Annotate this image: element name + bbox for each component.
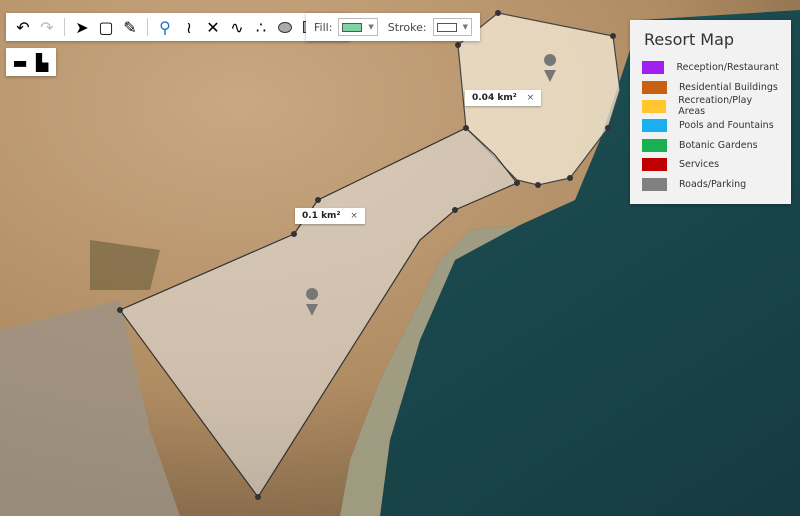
legend-label: Recreation/Play Areas bbox=[678, 95, 753, 118]
legend-item: Services bbox=[642, 155, 779, 174]
area-ruler-icon[interactable]: ▙ bbox=[32, 53, 52, 72]
fill-color-select[interactable]: ▼ bbox=[338, 18, 378, 36]
style-toolbar: Fill: ▼ Stroke: ▼ bbox=[306, 13, 480, 41]
transform-icon[interactable]: ▢ bbox=[95, 16, 117, 38]
area-value: 0.04 km² bbox=[472, 93, 517, 103]
stroke-label: Stroke: bbox=[387, 20, 427, 34]
legend-item: Roads/Parking bbox=[642, 174, 779, 193]
legend-swatch bbox=[642, 99, 667, 113]
legend-label: Botanic Gardens bbox=[679, 139, 758, 151]
pencil-icon[interactable]: ✎ bbox=[119, 16, 141, 38]
ellipse-icon[interactable] bbox=[274, 16, 296, 38]
select-arrow-icon[interactable]: ➤ bbox=[71, 16, 93, 38]
undo-icon[interactable]: ↶ bbox=[12, 16, 34, 38]
legend-swatch bbox=[642, 119, 667, 133]
marker-icon[interactable]: ⚲ bbox=[154, 16, 176, 38]
chevron-down-icon: ▼ bbox=[462, 23, 468, 31]
fill-label: Fill: bbox=[314, 20, 333, 34]
legend-label: Services bbox=[679, 159, 720, 171]
legend-title: Resort Map bbox=[644, 30, 735, 49]
measure-toolbar: ▬ ▙ bbox=[6, 48, 56, 76]
area-label: 0.1 km² × bbox=[295, 208, 365, 224]
stroke-color-select[interactable]: ▼ bbox=[432, 18, 472, 36]
freehand-icon[interactable]: ≀ bbox=[178, 16, 200, 38]
drawing-toolbar: ↶ ↷ ➤ ▢ ✎ ⚲ ≀ ✕ ∿ ∴ ⟍ bbox=[6, 13, 350, 41]
legend-item: Residential Buildings bbox=[642, 77, 779, 96]
cross-icon[interactable]: ✕ bbox=[202, 16, 224, 38]
close-icon[interactable]: × bbox=[527, 93, 535, 103]
chevron-down-icon: ▼ bbox=[368, 23, 374, 31]
legend-item: Recreation/Play Areas bbox=[642, 95, 779, 118]
area-value: 0.1 km² bbox=[302, 211, 341, 221]
legend-swatch bbox=[642, 138, 667, 152]
legend-swatch bbox=[642, 177, 667, 191]
legend-label: Roads/Parking bbox=[679, 178, 747, 190]
map-legend: Resort Map Reception/Restaurant Residenti… bbox=[630, 20, 791, 204]
legend-label: Pools and Fountains bbox=[679, 120, 774, 132]
legend-swatch bbox=[642, 80, 667, 94]
divider bbox=[64, 18, 65, 36]
legend-label: Reception/Restaurant bbox=[676, 62, 779, 74]
legend-swatch bbox=[642, 61, 665, 75]
path-icon[interactable]: ∿ bbox=[226, 16, 248, 38]
legend-label: Residential Buildings bbox=[679, 81, 778, 93]
legend-swatch bbox=[642, 158, 667, 172]
redo-icon[interactable]: ↷ bbox=[36, 16, 58, 38]
close-icon[interactable]: × bbox=[350, 211, 358, 221]
legend-item: Reception/Restaurant bbox=[642, 58, 779, 77]
divider bbox=[147, 18, 148, 36]
legend-item: Pools and Fountains bbox=[642, 116, 779, 135]
points-icon[interactable]: ∴ bbox=[250, 16, 272, 38]
area-label: 0.04 km² × bbox=[465, 90, 542, 106]
legend-item: Botanic Gardens bbox=[642, 136, 779, 155]
ruler-icon[interactable]: ▬ bbox=[10, 53, 30, 72]
